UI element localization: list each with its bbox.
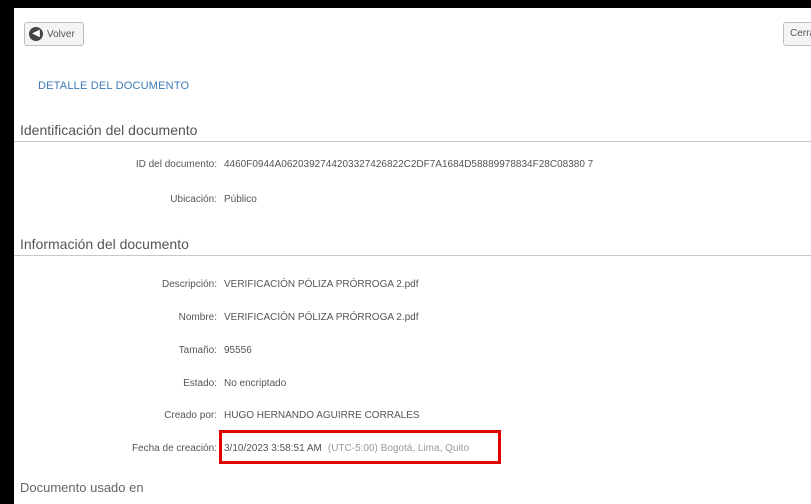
field-name: Nombre: VERIFICACIÓN PÓLIZA PRÓRROGA 2.p… (14, 312, 811, 328)
field-value: No encriptado (224, 378, 287, 389)
document-detail-window: ◀ Volver Cerrar DETALLE DEL DOCUMENTO Id… (12, 8, 811, 504)
back-button[interactable]: ◀ Volver (24, 22, 84, 46)
field-label: ID del documento: (135, 159, 217, 170)
field-value: 4460F0944A0620392744203327426822C2DF7A16… (224, 159, 594, 170)
section-identification-title: Identificación del documento (14, 121, 811, 142)
field-label: Creado por: (164, 410, 217, 421)
field-status: Estado: No encriptado (14, 378, 811, 394)
field-label: Nombre: (178, 312, 217, 323)
field-value: VERIFICACIÓN PÓLIZA PRÓRROGA 2.pdf (224, 279, 419, 290)
field-label: Fecha de creación: (131, 443, 217, 454)
field-label: Estado: (183, 378, 217, 389)
field-value: HUGO HERNANDO AGUIRRE CORRALES (224, 410, 420, 421)
field-label: Tamaño: (178, 345, 217, 356)
field-value: 95556 (224, 345, 252, 356)
highlight-box (219, 430, 501, 464)
field-size: Tamaño: 95556 (14, 345, 811, 361)
back-button-label: Volver (47, 28, 75, 40)
close-button[interactable]: Cerrar (783, 22, 811, 46)
field-label: Descripción: (161, 279, 217, 290)
arrow-left-icon: ◀ (29, 27, 43, 41)
field-description: Descripción: VERIFICACIÓN PÓLIZA PRÓRROG… (14, 279, 811, 295)
section-used-in-title: Documento usado en (20, 480, 144, 495)
field-document-id: ID del documento: 4460F0944A062039274420… (14, 159, 811, 175)
close-button-label: Cerrar (790, 28, 811, 39)
field-value: Público (224, 194, 257, 205)
field-value: VERIFICACIÓN PÓLIZA PRÓRROGA 2.pdf (224, 312, 419, 323)
field-location: Ubicación: Público (14, 194, 811, 210)
field-created-by: Creado por: HUGO HERNANDO AGUIRRE CORRAL… (14, 410, 811, 426)
field-label: Ubicación: (170, 194, 217, 205)
page-title: DETALLE DEL DOCUMENTO (38, 80, 190, 92)
section-information-title: Información del documento (14, 235, 811, 256)
toolbar: ◀ Volver Cerrar (24, 22, 811, 52)
